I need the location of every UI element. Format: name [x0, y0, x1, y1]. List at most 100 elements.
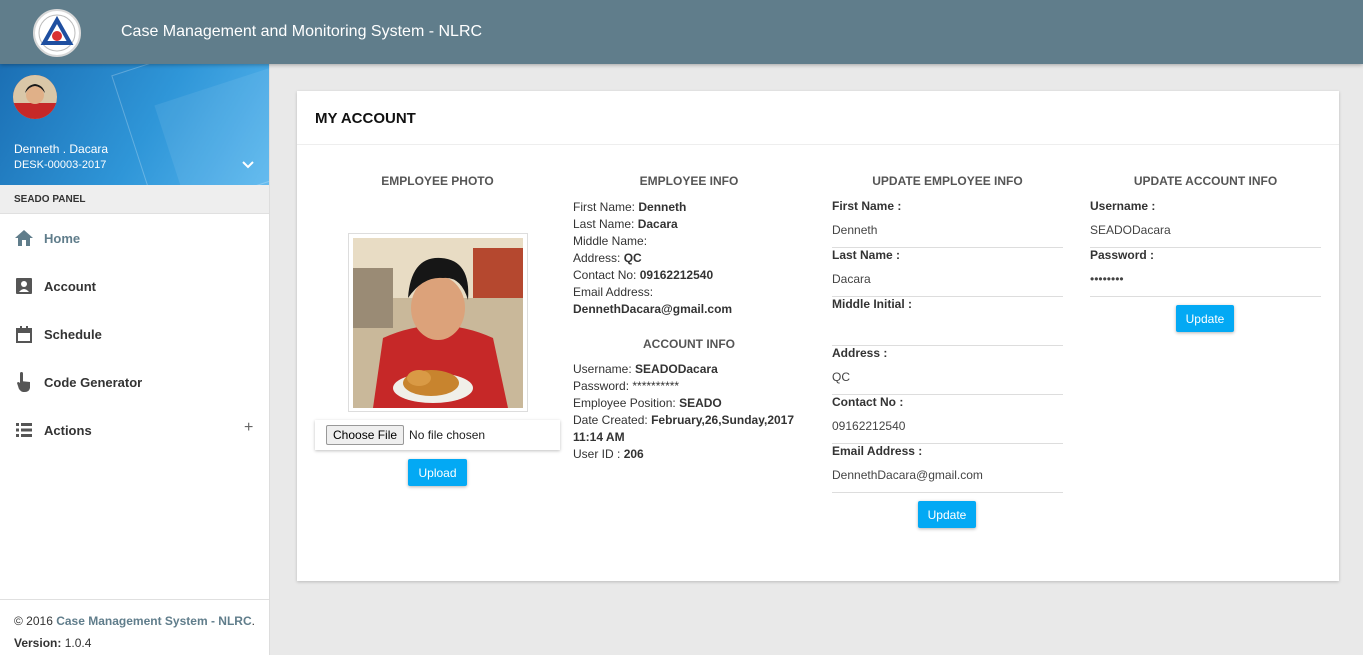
employee-info-section: EMPLOYEE INFO First Name: Denneth Last N…: [573, 145, 805, 463]
employee-photo: [353, 238, 523, 408]
info-label: Contact No:: [573, 268, 637, 282]
middle-initial-field[interactable]: Middle Initial :: [832, 297, 1063, 346]
email-input[interactable]: DennethDacara@gmail.com: [832, 468, 983, 482]
employee-photo-section: EMPLOYEE PHOTO Choose File No file chose…: [315, 145, 560, 575]
sidebar-item-actions[interactable]: Actions +: [0, 406, 269, 454]
info-label: First Name:: [573, 200, 636, 214]
info-value: SEADO: [679, 396, 722, 410]
last-name-field[interactable]: Last Name : Dacara: [832, 248, 1063, 297]
username-field[interactable]: Username : SEADODacara: [1090, 199, 1321, 248]
sidebar-item-home[interactable]: Home: [0, 214, 269, 262]
version-label: Version:: [14, 636, 62, 650]
avatar[interactable]: [13, 75, 57, 119]
section-title: EMPLOYEE INFO: [639, 174, 739, 188]
home-icon: [14, 228, 34, 248]
first-name-field[interactable]: First Name : Denneth: [832, 199, 1063, 248]
sidebar: Denneth . Dacara DESK-00003-2017 SEADO P…: [0, 64, 270, 655]
field-label: First Name :: [832, 199, 902, 213]
update-employee-button[interactable]: Update: [918, 501, 976, 528]
copyright-brand-link[interactable]: Case Management System - NLRC: [56, 614, 251, 628]
app-title: Case Management and Monitoring System - …: [121, 23, 483, 40]
info-contact: Contact No: 09162212540: [573, 267, 805, 284]
user-id: DESK-00003-2017: [14, 159, 107, 171]
info-value: 11:14 AM: [573, 430, 625, 444]
info-value: DennethDacara@gmail.com: [573, 302, 733, 316]
update-account-form: Username : SEADODacara Password : ••••••…: [1090, 199, 1321, 297]
upload-button[interactable]: Upload: [408, 459, 467, 486]
address-field[interactable]: Address : QC: [832, 346, 1063, 395]
info-user-id: User ID : 206: [573, 446, 805, 463]
first-name-input[interactable]: Denneth: [832, 223, 877, 237]
user-panel: Denneth . Dacara DESK-00003-2017: [0, 64, 269, 185]
sidebar-item-label: Account: [44, 278, 96, 294]
info-date-created: Date Created: February,26,Sunday,2017: [573, 412, 805, 429]
info-password: Password: **********: [573, 378, 805, 395]
info-label: Username:: [573, 362, 632, 376]
field-label: Email Address :: [832, 444, 923, 458]
address-input[interactable]: QC: [832, 370, 850, 384]
account-info-list: Username: SEADODacara Password: ********…: [573, 361, 805, 463]
info-value: SEADODacara: [635, 362, 718, 376]
update-employee-section: UPDATE EMPLOYEE INFO First Name : Dennet…: [832, 145, 1063, 528]
account-box-icon: [14, 276, 34, 296]
username-input[interactable]: SEADODacara: [1090, 223, 1171, 237]
email-field[interactable]: Email Address : DennethDacara@gmail.com: [832, 444, 1063, 493]
field-label: Middle Initial :: [832, 297, 912, 311]
user-name: Denneth . Dacara: [14, 142, 109, 156]
info-label: Middle Name:: [573, 234, 648, 248]
copyright: © 2016 Case Management System - NLRC.: [14, 614, 269, 628]
info-email-label: Email Address:: [573, 285, 654, 299]
nlrc-logo[interactable]: [33, 9, 81, 57]
field-label: Username :: [1090, 199, 1156, 213]
info-value: **********: [632, 379, 680, 393]
info-username: Username: SEADODacara: [573, 361, 805, 378]
top-bar: Case Management and Monitoring System - …: [0, 0, 1363, 64]
update-account-section: UPDATE ACCOUNT INFO Username : SEADODaca…: [1090, 145, 1321, 332]
update-account-button[interactable]: Update: [1176, 305, 1234, 332]
nlrc-seal-icon: [38, 14, 76, 52]
info-value: February,26,Sunday,2017: [651, 413, 795, 427]
my-account-card: MY ACCOUNT EMPLOYEE PHOTO Choose File No…: [297, 91, 1339, 581]
choose-file-button[interactable]: Choose File: [326, 425, 405, 445]
section-title: UPDATE EMPLOYEE INFO: [872, 174, 1023, 188]
password-input[interactable]: ••••••••: [1090, 272, 1124, 286]
info-label: Address:: [573, 251, 621, 265]
version-value: 1.0.4: [64, 636, 92, 650]
section-title: UPDATE ACCOUNT INFO: [1133, 174, 1278, 188]
info-middle-name: Middle Name:: [573, 233, 805, 250]
field-label: Last Name :: [832, 248, 901, 262]
info-label: Employee Position:: [573, 396, 676, 410]
info-value: Dacara: [637, 217, 678, 231]
version: Version: 1.0.4: [14, 636, 269, 650]
field-label: Contact No :: [832, 395, 904, 409]
info-first-name: First Name: Denneth: [573, 199, 805, 216]
file-status: No file chosen: [409, 428, 486, 442]
info-value: 09162212540: [639, 268, 714, 282]
info-last-name: Last Name: Dacara: [573, 216, 805, 233]
info-label: Last Name:: [573, 217, 635, 231]
copyright-suffix: .: [251, 614, 255, 628]
employee-info-list: First Name: Denneth Last Name: Dacara Mi…: [573, 199, 805, 318]
last-name-input[interactable]: Dacara: [832, 272, 871, 286]
password-field[interactable]: Password : ••••••••: [1090, 248, 1321, 297]
contact-no-field[interactable]: Contact No : 09162212540: [832, 395, 1063, 444]
sidebar-item-schedule[interactable]: Schedule: [0, 310, 269, 358]
info-position: Employee Position: SEADO: [573, 395, 805, 412]
file-chooser[interactable]: Choose File No file chosen: [315, 420, 560, 450]
sidebar-item-label: Code Generator: [44, 374, 143, 390]
chevron-down-icon[interactable]: [241, 160, 255, 170]
sidebar-item-account[interactable]: Account: [0, 262, 269, 310]
section-title: ACCOUNT INFO: [643, 337, 735, 351]
info-label: Password:: [573, 379, 630, 393]
expand-plus-icon[interactable]: +: [244, 419, 253, 437]
page-title: MY ACCOUNT: [297, 91, 1339, 145]
info-label: Date Created:: [573, 413, 648, 427]
contact-no-input[interactable]: 09162212540: [832, 419, 905, 433]
sidebar-item-code-generator[interactable]: Code Generator: [0, 358, 269, 406]
info-value: 206: [623, 447, 644, 461]
info-time-created: 11:14 AM: [573, 429, 805, 446]
update-employee-form: First Name : Denneth Last Name : Dacara …: [832, 199, 1063, 493]
field-label: Password :: [1090, 248, 1155, 262]
info-value: QC: [623, 251, 642, 265]
info-value: Denneth: [638, 200, 687, 214]
